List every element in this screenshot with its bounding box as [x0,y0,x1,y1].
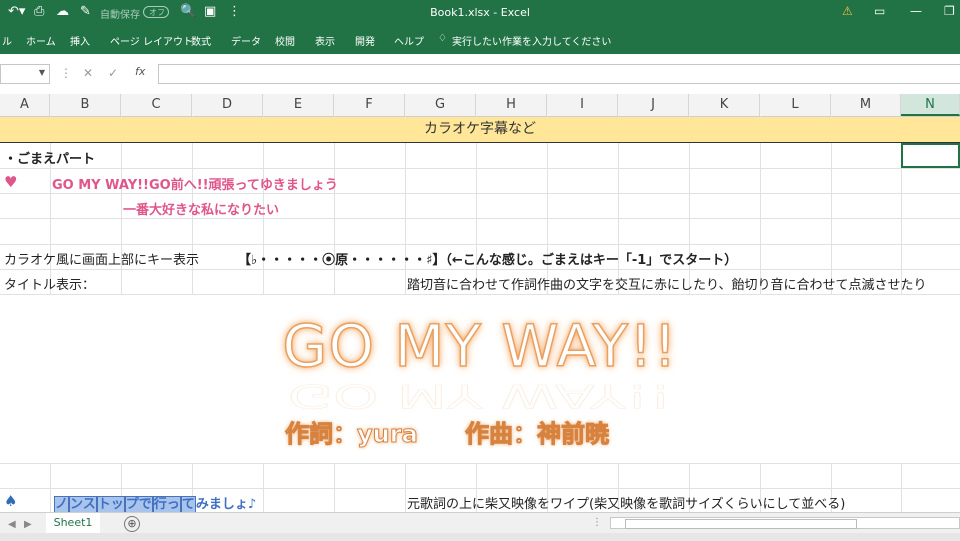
tab-home[interactable]: ホーム [26,33,56,48]
formula-input[interactable] [158,64,960,84]
lyric-line-1[interactable]: GO MY WAY!!GO前へ!!頑張ってゆきましょう [52,174,338,193]
document-title: Book1.xlsx - Excel [430,6,530,19]
insert-function-icon[interactable]: fx [135,65,145,78]
gridline [0,463,960,464]
tab-formulas[interactable]: 数式 [191,33,211,48]
column-header-j[interactable]: J [618,94,689,116]
wipe-note[interactable]: 元歌詞の上に柴又映像をワイプ(柴又映像を歌詞サイズくらいにして並べる) [407,493,845,512]
lyric-line-2[interactable]: 一番大好きな私になりたい [123,199,279,218]
tab-insert[interactable]: 挿入 [70,33,90,48]
title-bar: ↶▾ ⎙ ☁ ✎ 自動保存 オフ 🔍 ▣ ⋮ Book1.xlsx - Exce… [0,0,960,26]
key-display-label[interactable]: カラオケ風に画面上部にキー表示 [4,249,199,268]
column-headers: A B C D E F G H I J K L M N [0,94,960,117]
lyric-highlight: トッ [96,496,125,512]
title-display-label[interactable]: タイトル表示： [4,274,95,293]
ribbon-tabs: ル ホーム 挿入 ページ レイアウト 数式 データ 校閲 表示 開発 ヘルプ ♢… [0,26,960,54]
gridline [0,218,960,219]
minimize-icon[interactable]: — [910,4,922,18]
gridline [0,269,960,270]
lyric-highlight: ンス [69,496,97,512]
scrollbar-thumb[interactable] [625,519,857,529]
gridline [0,244,960,245]
column-header-e[interactable]: E [263,94,334,116]
name-box[interactable]: ▼ [0,64,50,84]
heart-symbol: ♥ [4,173,18,191]
lyric-highlight: 行っ [152,496,181,512]
formula-bar: ▼ ⋮ ✕ ✓ fx [0,54,960,95]
column-header-i[interactable]: I [547,94,618,116]
lyric-highlight: ノ [54,496,70,512]
tab-data[interactable]: データ [231,33,261,48]
song-title-wordart[interactable]: GO MY WAY!! [0,311,960,381]
section-heading[interactable]: ・ごまえパート [4,148,95,167]
tab-file[interactable]: ル [2,33,12,48]
more-icon: ⋮ [60,66,72,80]
tab-page-layout[interactable]: ページ レイアウト [110,33,193,48]
column-header-f[interactable]: F [334,94,405,116]
horizontal-scrollbar[interactable] [610,517,960,529]
tab-review[interactable]: 校閲 [275,33,295,48]
restore-icon[interactable]: ❐ [944,4,955,18]
worksheet-grid[interactable]: カラオケ字幕など ・ごまえパート ♥ GO MY WAY!!GO前へ!!頑張って… [0,116,960,512]
column-header-c[interactable]: C [121,94,192,116]
title-display-note[interactable]: 踏切音に合わせて作詞作曲の文字を交互に赤にしたり、飴切り音に合わせて点滅させたり [407,274,926,293]
column-header-g[interactable]: G [405,94,476,116]
tell-me-search[interactable]: 実行したい作業を入力してください [452,33,611,48]
add-sheet-icon[interactable]: ⊕ [124,516,140,532]
lyric-highlight: プで [124,496,153,512]
more-icon: ⋮ [592,517,602,528]
column-header-b[interactable]: B [50,94,121,116]
active-cell[interactable] [901,143,960,168]
column-header-h[interactable]: H [476,94,547,116]
tab-developer[interactable]: 開発 [355,33,375,48]
gridline [0,168,960,169]
column-header-n[interactable]: N [901,94,960,116]
sheet-tab-sheet1[interactable]: Sheet1 [46,513,100,535]
column-header-a[interactable]: A [0,94,50,116]
lyricist-credit[interactable]: 作詞：yura [285,414,419,449]
gridline [0,193,960,194]
sheet-tab-bar: ◀ ▶ Sheet1 ⊕ ⋮ [0,512,960,541]
lyric-rest: みましょ♪ [195,497,257,512]
warning-icon[interactable]: ⚠ [842,4,853,18]
chevron-down-icon[interactable]: ▼ [39,68,45,77]
column-header-k[interactable]: K [689,94,760,116]
column-header-l[interactable]: L [760,94,831,116]
composer-credit[interactable]: 作曲：神前暁 [465,414,610,449]
key-display-value[interactable]: 【♭・・・・・⦿原・・・・・・♯】（←こんな感じ。ごまえはキー「-1」でスタート… [238,249,737,268]
lyric-wipe-line[interactable]: ノンス トッ プで 行っ てみましょ♪ [54,493,256,512]
gridline [0,488,960,489]
banner-cell[interactable]: カラオケ字幕など [0,117,960,143]
lyric-highlight: て [180,496,196,512]
column-header-d[interactable]: D [192,94,263,116]
ribbon-display-icon[interactable]: ▭ [874,4,885,18]
lightbulb-icon: ♢ [438,33,447,44]
cancel-icon[interactable]: ✕ [83,66,93,80]
scroll-right-icon[interactable]: ▶ [24,519,32,530]
scroll-left-icon[interactable]: ◀ [8,519,16,530]
tab-help[interactable]: ヘルプ [394,33,424,48]
spade-symbol: ♠ [4,492,18,510]
enter-icon[interactable]: ✓ [108,66,118,80]
tab-view[interactable]: 表示 [315,33,335,48]
column-header-m[interactable]: M [831,94,901,116]
